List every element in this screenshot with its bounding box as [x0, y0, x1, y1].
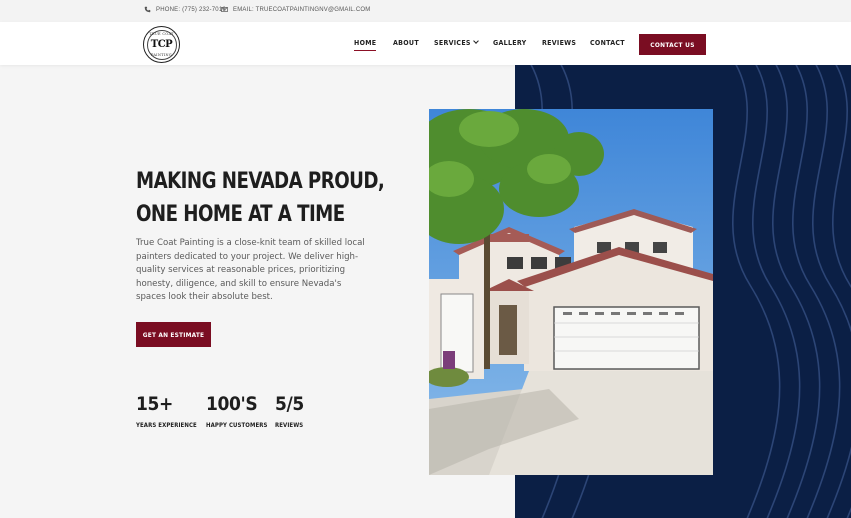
nav-item-reviews[interactable]: REVIEWS — [542, 39, 576, 47]
top-contact-bar: PHONE: (775) 232-7016 EMAIL: TRUECOATPAI… — [0, 0, 851, 22]
stat-value: 5/5 — [275, 393, 304, 415]
nav-item-services[interactable]: SERVICES — [434, 38, 479, 47]
stat-label: YEARS EXPERIENCE — [136, 422, 197, 429]
house-illustration — [429, 109, 713, 475]
nav-item-services-label: SERVICES — [434, 39, 471, 47]
hero-headline: MAKING NEVADA PROUD, ONE HOME AT A TIME — [136, 165, 394, 231]
logo-monogram: TCP — [150, 39, 173, 50]
phone-text: PHONE: (775) 232-7016 — [156, 6, 226, 13]
stat-value: 100'S — [206, 393, 258, 415]
stat-label: REVIEWS — [275, 422, 304, 429]
envelope-icon — [221, 7, 228, 12]
stat-value: 15+ — [136, 393, 173, 415]
get-estimate-button[interactable]: GET AN ESTIMATE — [136, 322, 211, 347]
site-logo[interactable]: TRUE COAT TCP PAINTING — [143, 26, 180, 63]
hero-description: True Coat Painting is a close-knit team … — [136, 238, 365, 302]
hero-headline-line2: ONE HOME AT A TIME — [136, 202, 345, 227]
stat-years-experience: 15+ YEARS EXPERIENCE — [136, 393, 197, 429]
hero-headline-line1: MAKING NEVADA PROUD, — [136, 169, 385, 194]
nav-item-home[interactable]: HOME — [354, 39, 377, 51]
site-header: TRUE COAT TCP PAINTING HOME ABOUT SERVIC… — [0, 22, 851, 65]
stat-reviews: 5/5 REVIEWS — [275, 393, 304, 429]
house-photo — [429, 109, 713, 475]
phone-contact[interactable]: PHONE: (775) 232-7016 — [144, 6, 226, 13]
nav-item-gallery[interactable]: GALLERY — [493, 39, 527, 47]
logo-top-text: TRUE COAT — [149, 32, 174, 36]
contact-us-button[interactable]: CONTACT US — [639, 34, 706, 55]
phone-icon — [144, 6, 151, 13]
chevron-down-icon — [472, 38, 479, 44]
stat-label: HAPPY CUSTOMERS — [206, 422, 268, 429]
email-text: EMAIL: TRUECOATPAINTINGNV@GMAIL.COM — [233, 6, 371, 13]
email-contact[interactable]: EMAIL: TRUECOATPAINTINGNV@GMAIL.COM — [221, 6, 370, 13]
stat-happy-customers: 100'S HAPPY CUSTOMERS — [206, 393, 268, 429]
logo-bottom-text: PAINTING — [151, 53, 172, 57]
nav-item-contact[interactable]: CONTACT — [590, 39, 625, 47]
nav-item-about[interactable]: ABOUT — [393, 39, 419, 47]
